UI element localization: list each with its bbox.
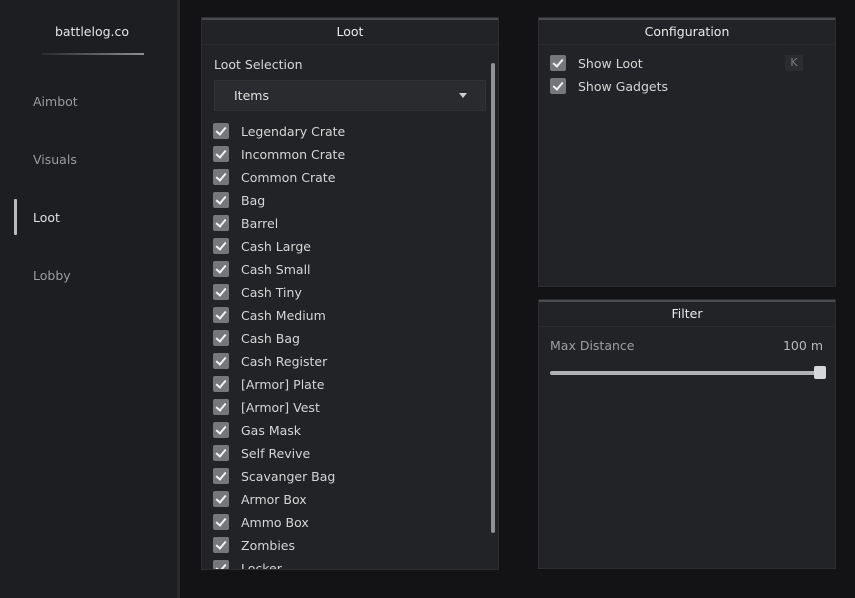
- brand-underline: [42, 53, 144, 55]
- loot-list-scrollbar[interactable]: [491, 63, 495, 533]
- sidebar-divider: [177, 0, 180, 598]
- loot-item-bag[interactable]: Bag: [213, 192, 483, 215]
- brand-logo-text: battlelog.co: [54, 24, 130, 39]
- loot-selection-label: Loot Selection: [214, 57, 303, 72]
- sidebar-item-aimbot[interactable]: Aimbot: [33, 94, 78, 109]
- max-distance-label: Max Distance: [550, 338, 635, 353]
- show-loot-keybind[interactable]: K: [785, 55, 803, 71]
- checkbox-label: Bag: [241, 193, 266, 208]
- config-show-loot[interactable]: Show Loot: [550, 55, 824, 78]
- checkbox[interactable]: [213, 376, 229, 392]
- checkbox[interactable]: [213, 330, 229, 346]
- checkbox-label: Common Crate: [241, 170, 336, 185]
- checkbox[interactable]: [550, 78, 566, 94]
- checkbox[interactable]: [213, 284, 229, 300]
- configuration-list: Show Loot Show Gadgets: [550, 55, 824, 101]
- loot-item-legendary-crate[interactable]: Legendary Crate: [213, 123, 483, 146]
- checkbox-label: Legendary Crate: [241, 124, 346, 139]
- max-distance-value: 100 m: [782, 338, 823, 353]
- checkbox[interactable]: [213, 537, 229, 553]
- checkbox-label: Cash Register: [241, 354, 328, 369]
- config-show-gadgets[interactable]: Show Gadgets: [550, 78, 824, 101]
- checkbox[interactable]: [213, 445, 229, 461]
- configuration-panel-title: Configuration: [539, 18, 835, 45]
- filter-panel-title: Filter: [539, 300, 835, 327]
- loot-item-cash-large[interactable]: Cash Large: [213, 238, 483, 261]
- configuration-panel: Configuration Show Loot Show Gadgets K: [538, 17, 836, 287]
- sidebar-item-visuals[interactable]: Visuals: [33, 152, 77, 167]
- checkbox-label: Cash Medium: [241, 308, 326, 323]
- sidebar: battlelog.co Aimbot Visuals Loot Lobby: [0, 0, 177, 598]
- checkbox-label: Gas Mask: [241, 423, 302, 438]
- loot-item-self-revive[interactable]: Self Revive: [213, 445, 483, 468]
- loot-item-gas-mask[interactable]: Gas Mask: [213, 422, 483, 445]
- loot-item-ammo-box[interactable]: Ammo Box: [213, 514, 483, 537]
- checkbox-label: Zombies: [241, 538, 295, 553]
- slider-fill: [550, 371, 820, 375]
- loot-selection-dropdown[interactable]: Items: [214, 80, 486, 111]
- checkbox-label: Armor Box: [241, 492, 307, 507]
- checkbox[interactable]: [213, 146, 229, 162]
- checkbox-label: Locker: [241, 561, 282, 570]
- loot-item-cash-medium[interactable]: Cash Medium: [213, 307, 483, 330]
- slider-thumb[interactable]: [814, 366, 826, 379]
- checkbox[interactable]: [213, 123, 229, 139]
- checkbox-label: Barrel: [241, 216, 279, 231]
- checkbox[interactable]: [213, 491, 229, 507]
- loot-item-scavanger-bag[interactable]: Scavanger Bag: [213, 468, 483, 491]
- checkbox[interactable]: [213, 261, 229, 277]
- checkbox[interactable]: [213, 560, 229, 569]
- checkbox[interactable]: [213, 399, 229, 415]
- checkbox-label: Show Loot: [578, 56, 643, 71]
- checkbox[interactable]: [213, 215, 229, 231]
- checkbox-label: Cash Bag: [241, 331, 300, 346]
- loot-panel-title: Loot: [202, 18, 498, 45]
- checkbox-label: Ammo Box: [241, 515, 309, 530]
- filter-panel: Filter Max Distance 100 m: [538, 299, 836, 569]
- max-distance-slider[interactable]: [550, 366, 826, 379]
- checkbox[interactable]: [213, 514, 229, 530]
- active-nav-indicator: [14, 199, 17, 235]
- loot-item-cash-small[interactable]: Cash Small: [213, 261, 483, 284]
- checkbox-label: [Armor] Vest: [241, 400, 320, 415]
- checkbox-label: Scavanger Bag: [241, 469, 336, 484]
- loot-item-list: Legendary Crate Incommon Crate Common Cr…: [213, 123, 483, 570]
- checkbox[interactable]: [213, 353, 229, 369]
- loot-item-zombies[interactable]: Zombies: [213, 537, 483, 560]
- checkbox-label: Cash Large: [241, 239, 311, 254]
- checkbox[interactable]: [213, 192, 229, 208]
- sidebar-item-loot[interactable]: Loot: [33, 210, 60, 225]
- chevron-down-icon: [459, 93, 467, 98]
- loot-item-armor-box[interactable]: Armor Box: [213, 491, 483, 514]
- checkbox[interactable]: [213, 169, 229, 185]
- checkbox-label: Cash Tiny: [241, 285, 302, 300]
- loot-item-incommon-crate[interactable]: Incommon Crate: [213, 146, 483, 169]
- checkbox[interactable]: [213, 307, 229, 323]
- loot-item-barrel[interactable]: Barrel: [213, 215, 483, 238]
- sidebar-item-lobby[interactable]: Lobby: [33, 268, 71, 283]
- loot-item-armor-plate[interactable]: [Armor] Plate: [213, 376, 483, 399]
- loot-item-cash-tiny[interactable]: Cash Tiny: [213, 284, 483, 307]
- checkbox[interactable]: [213, 468, 229, 484]
- dropdown-selected-value: Items: [234, 88, 269, 103]
- loot-item-common-crate[interactable]: Common Crate: [213, 169, 483, 192]
- loot-item-cash-bag[interactable]: Cash Bag: [213, 330, 483, 353]
- checkbox[interactable]: [213, 422, 229, 438]
- checkbox-label: Cash Small: [241, 262, 311, 277]
- loot-item-armor-vest[interactable]: [Armor] Vest: [213, 399, 483, 422]
- checkbox-label: Self Revive: [241, 446, 311, 461]
- loot-item-cash-register[interactable]: Cash Register: [213, 353, 483, 376]
- checkbox-label: [Armor] Plate: [241, 377, 325, 392]
- loot-panel: Loot Loot Selection Items Legendary Crat…: [201, 17, 499, 570]
- checkbox-label: Show Gadgets: [578, 79, 669, 94]
- checkbox[interactable]: [550, 55, 566, 71]
- loot-item-locker[interactable]: Locker: [213, 560, 483, 570]
- checkbox-label: Incommon Crate: [241, 147, 346, 162]
- checkbox[interactable]: [213, 238, 229, 254]
